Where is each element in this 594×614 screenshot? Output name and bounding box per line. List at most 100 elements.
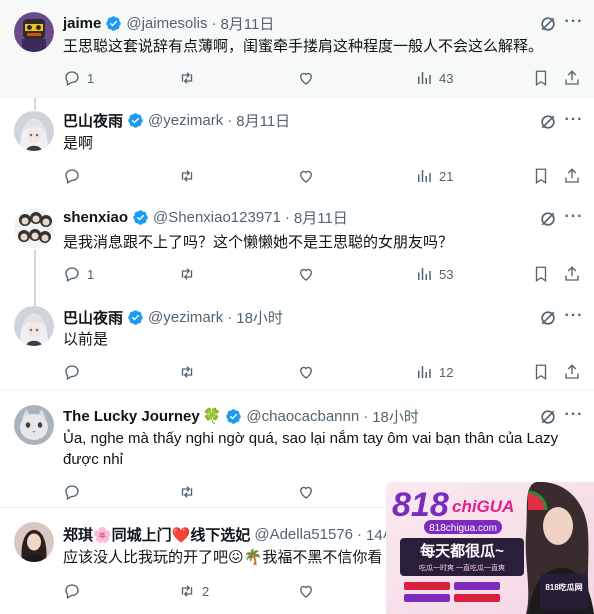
retweet-button[interactable]	[178, 264, 202, 284]
tweet[interactable]: shenxiao @Shenxiao123971 · 8月11日 ··· 是我消…	[0, 195, 594, 292]
handle[interactable]: @jaimesolis	[126, 15, 207, 32]
avatar[interactable]	[14, 208, 54, 248]
views-button[interactable]: 21	[415, 166, 453, 186]
display-name[interactable]: 巴山夜雨	[63, 307, 123, 328]
reply-button[interactable]: 1	[63, 264, 94, 284]
tweet[interactable]: jaime @jaimesolis · 8月11日 ··· 王思聪这套说辞有点薄…	[0, 0, 594, 98]
handle[interactable]: @yezimark	[148, 309, 223, 326]
view-count: 53	[439, 266, 454, 282]
share-icon	[565, 70, 579, 85]
tweet-text: 是我消息跟不上了吗？这个懒懒她不是王思聪的女朋友吗？	[63, 234, 454, 251]
display-name[interactable]: shenxiao	[63, 209, 128, 226]
heart-icon	[300, 170, 312, 183]
handle[interactable]: @yezimark	[148, 112, 223, 129]
timestamp[interactable]: 8月11日	[294, 207, 348, 228]
handle[interactable]: @Adella51576	[254, 526, 353, 543]
more-icon[interactable]: ···	[564, 209, 584, 231]
reply-icon	[65, 365, 79, 380]
like-button[interactable]	[297, 166, 321, 186]
avatar-cat-icon	[14, 405, 54, 445]
avatar[interactable]	[14, 306, 54, 346]
retweet-button[interactable]	[178, 166, 202, 186]
timestamp[interactable]: 8月11日	[220, 13, 274, 34]
views-icon	[418, 170, 431, 182]
bookmark-icon	[535, 364, 547, 381]
grok-icon[interactable]	[538, 14, 558, 34]
share-icon	[565, 168, 579, 183]
avatar-faces-icon	[14, 208, 54, 248]
reply-button[interactable]	[63, 362, 87, 382]
retweet-button[interactable]	[178, 482, 202, 502]
handle[interactable]: @chaocacbannn	[246, 408, 359, 425]
timestamp[interactable]: 18小时	[372, 406, 419, 427]
avatar-robot-icon	[14, 12, 54, 52]
bookmark-button[interactable]	[532, 264, 550, 284]
grok-icon[interactable]	[538, 308, 558, 328]
more-icon[interactable]: ···	[564, 308, 584, 330]
tweet-text: 王思聪这套说辞有点薄啊，闺蜜牵手搂肩这种程度一般人不会这么解释。	[63, 38, 544, 55]
bookmark-button[interactable]	[532, 166, 550, 186]
heart-icon	[300, 486, 312, 499]
reply-button[interactable]	[63, 581, 87, 601]
like-button[interactable]	[297, 264, 321, 284]
views-button[interactable]: 12	[415, 362, 453, 382]
like-button[interactable]	[297, 68, 321, 88]
like-button[interactable]	[297, 581, 321, 601]
separator-dot: ·	[357, 525, 362, 543]
timestamp[interactable]: 8月11日	[236, 110, 290, 131]
grok-icon[interactable]	[538, 112, 558, 132]
reply-icon	[65, 169, 79, 184]
views-button[interactable]: 43	[415, 68, 453, 88]
more-icon[interactable]: ···	[564, 407, 584, 429]
handle[interactable]: @Shenxiao123971	[153, 209, 281, 226]
view-count: 21	[439, 168, 454, 184]
retweet-icon	[181, 585, 193, 597]
avatar[interactable]	[14, 111, 54, 151]
tweet[interactable]: 巴山夜雨 @yezimark · 8月11日 ··· 是啊 21	[0, 98, 594, 195]
timestamp[interactable]: 18小时	[236, 307, 283, 328]
separator-dot: ·	[363, 407, 369, 425]
share-button[interactable]	[563, 264, 581, 284]
display-name[interactable]: 郑琪🌸同城上门❤️线下选妃	[63, 524, 250, 545]
ad-app-label: 818吃瓜网	[545, 582, 582, 592]
share-button[interactable]	[563, 362, 581, 382]
separator-dot: ·	[284, 208, 290, 226]
display-name[interactable]: The Lucky Journey	[63, 408, 200, 425]
avatar[interactable]	[14, 522, 54, 562]
grok-icon[interactable]	[538, 209, 558, 229]
more-icon[interactable]: ···	[564, 112, 584, 134]
reply-button[interactable]: 1	[63, 68, 94, 88]
like-button[interactable]	[297, 482, 321, 502]
views-button[interactable]: 53	[415, 264, 453, 284]
heart-icon	[300, 585, 312, 598]
retweet-button[interactable]: 2	[178, 581, 209, 601]
share-button[interactable]	[563, 68, 581, 88]
verified-badge-icon	[226, 408, 242, 424]
reply-icon	[65, 267, 79, 282]
share-button[interactable]	[563, 166, 581, 186]
avatar[interactable]	[14, 405, 54, 445]
tweet[interactable]: 巴山夜雨 @yezimark · 18小时 ··· 以前是 12	[0, 292, 594, 390]
like-button[interactable]	[297, 362, 321, 382]
grok-icon[interactable]	[538, 407, 558, 427]
bookmark-icon	[535, 266, 547, 283]
more-icon[interactable]: ···	[564, 14, 584, 36]
clover-emoji: 🍀	[202, 408, 222, 425]
reply-button[interactable]	[63, 482, 87, 502]
verified-badge-icon	[128, 309, 143, 325]
display-name[interactable]: 巴山夜雨	[63, 110, 123, 131]
retweet-icon	[181, 268, 193, 280]
avatar[interactable]	[14, 12, 54, 52]
ad-banner[interactable]: 818 chiGUA 818chigua.com 每天都很瓜~ 吃瓜一时爽 一直…	[386, 482, 594, 614]
retweet-icon	[181, 72, 193, 84]
bookmark-icon	[535, 70, 547, 87]
avatar-anime-icon	[14, 306, 54, 346]
ad-slogan: 每天都很瓜~	[420, 542, 504, 560]
bookmark-button[interactable]	[532, 68, 550, 88]
retweet-button[interactable]	[178, 68, 202, 88]
display-name[interactable]: jaime	[63, 15, 101, 32]
bookmark-button[interactable]	[532, 362, 550, 382]
avatar-woman-icon	[14, 522, 54, 562]
reply-button[interactable]	[63, 166, 87, 186]
retweet-button[interactable]	[178, 362, 202, 382]
